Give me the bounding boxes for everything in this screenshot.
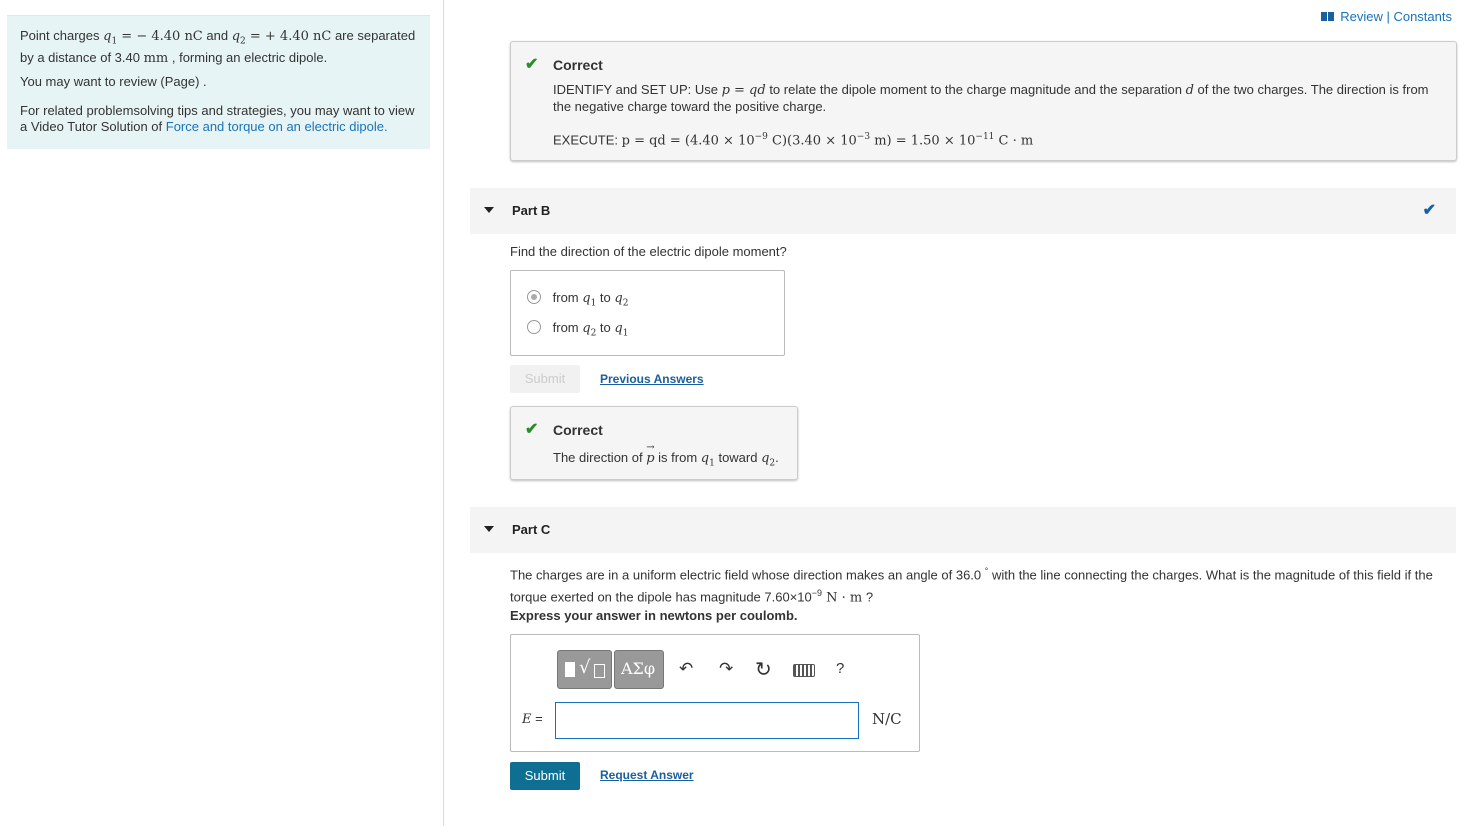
torque-unit: N · m [822,590,863,606]
charge-symbol: q [582,291,591,306]
charge-symbol: q [614,321,623,336]
execute-eq: C · m [994,133,1034,149]
identify-text: IDENTIFY and SET UP: Use p = qd to relat… [553,82,1443,115]
problem-statement: Point charges q1 = − 4.40 nC and q2 = + … [20,28,425,67]
correct-label: Correct [553,57,603,73]
execute-eq: m) = 1.50 × 10 [870,133,976,149]
request-answer-link[interactable]: Request Answer [600,768,694,782]
problem-panel: Point charges q1 = − 4.40 nC and q2 = + … [7,15,430,149]
part-c-header[interactable]: Part C [470,507,1456,553]
exponent: −3 [856,132,871,142]
undo-icon[interactable]: ↶ [679,659,693,679]
problem-text: Point charges [20,28,104,43]
execute-eq: C)(3.40 × 10 [767,133,857,149]
submit-button[interactable]: Submit [510,762,580,790]
book-icon [1321,12,1335,21]
review-link[interactable]: Review [1340,9,1383,24]
greek-label: ΑΣφ [621,659,656,678]
q1-value: = − 4.40 [117,29,185,44]
collapse-triangle-icon[interactable] [484,207,494,213]
unit-nc: nC [313,29,332,44]
feedback-text: . [775,450,779,465]
charge-symbol: q [582,321,591,336]
nav-separator: | [1382,9,1394,24]
templates-button[interactable]: √ [557,650,612,689]
unit-nc: nC [184,29,203,44]
charge-symbol: q [700,451,710,466]
answer-instruction: Express your answer in newtons per coulo… [510,608,798,623]
top-nav: Review | Constants [1321,9,1452,24]
identify-equation: p = qd [721,83,766,98]
identify-mid: to relate the dipole moment to the charg… [765,82,1186,97]
redo-icon[interactable]: ↷ [719,659,733,679]
execute-eq: p = qd = (4.40 × 10 [621,133,755,149]
vector-p-symbol: p [646,451,655,466]
q2-value: = + 4.40 [245,29,314,44]
part-c-question: The charges are in a uniform electric fi… [510,562,1450,608]
check-icon: ✔ [525,56,539,73]
column-divider [443,0,444,826]
exponent: −9 [811,588,823,599]
radio-button[interactable] [527,290,541,304]
previous-answers-link[interactable]: Previous Answers [600,372,704,386]
charge-sub: 2 [622,298,629,309]
review-text: You may want to review (Page) . [20,74,207,89]
part-b-header[interactable]: Part B ✔ [470,188,1456,234]
q2-symbol: q [231,29,241,44]
greek-symbols-button[interactable]: ΑΣφ [614,650,664,689]
vector-arrow-icon: → [646,442,655,453]
feedback-text: is from [654,450,701,465]
execute-text: EXECUTE: p = qd = (4.40 × 10−9 C)(3.40 ×… [553,128,1033,150]
answer-input[interactable] [555,702,859,739]
radio-button[interactable] [527,320,541,334]
completed-check-icon: ✔ [1422,202,1436,219]
variable-e: E [522,712,532,727]
direction-feedback: The direction of p → is from q1 toward q2… [553,442,779,469]
video-tutor-text: For related problemsolving tips and stra… [20,103,425,135]
exponent: −9 [754,132,768,142]
reset-icon[interactable]: ↻ [755,657,772,682]
variable-label: E = [522,711,543,727]
constants-link[interactable]: Constants [1393,9,1452,24]
option-text: to [596,320,615,335]
submit-button-disabled: Submit [510,365,580,393]
question-text: ? [862,589,874,605]
vector-p: p → [646,442,655,466]
option-q2-to-q1[interactable]: from q2 to q1 [527,320,628,339]
equals-sign: = [531,711,543,726]
part-c-title: Part C [512,522,551,537]
and-text: and [202,28,232,43]
execute-label: EXECUTE: [553,132,622,148]
template-box-icon [594,664,605,678]
correct-label: Correct [553,422,603,438]
identify-intro: IDENTIFY and SET UP: Use [553,82,722,97]
feedback-text: toward [714,450,762,465]
unit-mm: mm [143,50,169,66]
part-b-question: Find the direction of the electric dipol… [510,244,787,259]
collapse-triangle-icon[interactable] [484,526,494,532]
keyboard-icon[interactable] [793,664,815,677]
question-text: The charges are in a uniform electric fi… [510,567,985,583]
part-b-feedback: ✔ Correct The direction of p → is from q1… [510,406,798,480]
charge-symbol: q [614,291,623,306]
unit-label: N/C [872,710,902,728]
sqrt-icon: √ [579,657,591,678]
video-tutor-link[interactable]: Force and torque on an electric dipole. [166,119,388,134]
charge-sub: 1 [622,328,629,339]
exponent: −11 [975,132,995,142]
option-text: to [596,290,615,305]
part-b-title: Part B [512,203,551,218]
option-text: from [552,320,583,335]
option-text: from [552,290,583,305]
answer-options-box: from q1 to q2 from q2 to q1 [510,270,785,356]
template-box-icon [565,662,575,677]
part-a-feedback: ✔ Correct IDENTIFY and SET UP: Use p = q… [510,41,1457,161]
help-icon[interactable]: ? [836,660,844,677]
problem-text: , forming an electric dipole. [168,49,328,65]
check-icon: ✔ [525,421,539,438]
option-q1-to-q2[interactable]: from q1 to q2 [527,290,628,309]
separation-symbol: d [1185,83,1194,98]
feedback-text: The direction of [553,450,647,465]
